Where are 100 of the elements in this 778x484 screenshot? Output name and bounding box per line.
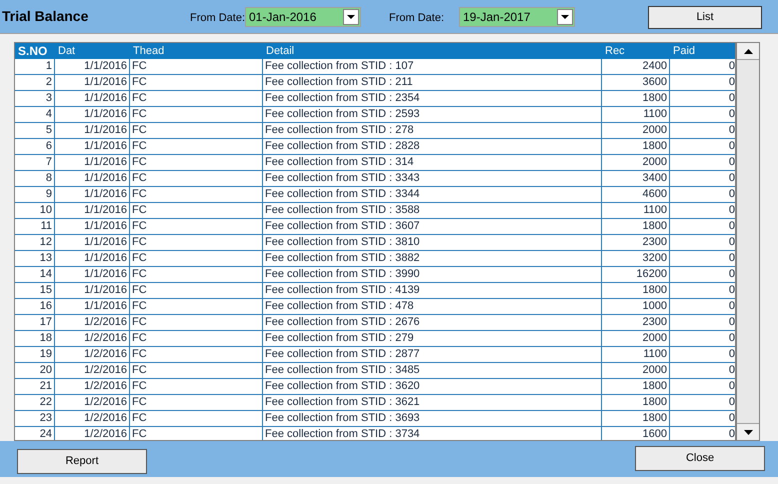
table-cell: 18 bbox=[15, 331, 55, 346]
table-cell: 16200 bbox=[602, 267, 670, 282]
table-cell: 1800 bbox=[602, 411, 670, 426]
table-cell: 1 bbox=[15, 59, 55, 74]
table-cell: 1100 bbox=[602, 347, 670, 362]
table-cell-text: 0 bbox=[728, 203, 735, 218]
table-cell-text: 0 bbox=[728, 219, 735, 234]
table-cell: Fee collection from STID : 2593 bbox=[263, 107, 602, 122]
table-cell: FC bbox=[130, 139, 263, 154]
table-cell: Fee collection from STID : 4139 bbox=[263, 283, 602, 298]
table-cell: 1/1/2016 bbox=[55, 219, 130, 234]
close-button[interactable]: Close bbox=[635, 446, 765, 471]
table-cell: Fee collection from STID : 3882 bbox=[263, 251, 602, 266]
table-cell-text: 0 bbox=[728, 331, 735, 346]
table-cell: FC bbox=[130, 347, 263, 362]
table-cell: FC bbox=[130, 123, 263, 138]
column-header[interactable]: Paid bbox=[670, 43, 735, 59]
table-cell: Fee collection from STID : 3607 bbox=[263, 219, 602, 234]
table-cell: 1/2/2016 bbox=[55, 347, 130, 362]
table-cell: 23 bbox=[15, 411, 55, 426]
table-cell-text: 0 bbox=[728, 91, 735, 106]
table-cell: 8 bbox=[15, 171, 55, 186]
table-cell: 1/2/2016 bbox=[55, 331, 130, 346]
table-cell: 17 bbox=[15, 315, 55, 330]
table-cell: 1/1/2016 bbox=[55, 203, 130, 218]
table-cell: 1100 bbox=[602, 203, 670, 218]
table-cell: 1/2/2016 bbox=[55, 411, 130, 426]
table-cell: Fee collection from STID : 3620 bbox=[263, 379, 602, 394]
table-cell-text: 0 bbox=[728, 315, 735, 330]
table-cell: 1/1/2016 bbox=[55, 267, 130, 282]
table-cell: 1/1/2016 bbox=[55, 235, 130, 250]
column-header[interactable]: Dat bbox=[55, 43, 130, 59]
table-cell: FC bbox=[130, 203, 263, 218]
table-cell: 1100 bbox=[602, 107, 670, 122]
table-cell: FC bbox=[130, 107, 263, 122]
table-cell: 1/2/2016 bbox=[55, 363, 130, 378]
table-cell: 16 bbox=[15, 299, 55, 314]
table-cell: FC bbox=[130, 171, 263, 186]
table-cell: 1/1/2016 bbox=[55, 59, 130, 74]
table-cell: FC bbox=[130, 315, 263, 330]
table-cell: 22 bbox=[15, 395, 55, 410]
table-cell: Fee collection from STID : 2354 bbox=[263, 91, 602, 106]
table-cell: 1/1/2016 bbox=[55, 171, 130, 186]
table-cell: Fee collection from STID : 278 bbox=[263, 123, 602, 138]
table-cell: 1000 bbox=[602, 299, 670, 314]
table-cell: 3600 bbox=[602, 75, 670, 90]
column-header[interactable]: S.NO bbox=[15, 43, 55, 59]
table-cell: 12 bbox=[15, 235, 55, 250]
table-cell-text: 0 bbox=[728, 267, 735, 282]
table-cell: 1/1/2016 bbox=[55, 299, 130, 314]
date-label: From Date: bbox=[389, 11, 444, 26]
table-cell-text: 0 bbox=[728, 395, 735, 410]
table-cell: 20 bbox=[15, 363, 55, 378]
table-cell: 1/2/2016 bbox=[55, 315, 130, 330]
table-cell-text: 0 bbox=[728, 347, 735, 362]
table-cell: FC bbox=[130, 91, 263, 106]
table-cell: Fee collection from STID : 211 bbox=[263, 75, 602, 90]
table-cell-text: 0 bbox=[728, 171, 735, 186]
report-button[interactable]: Report bbox=[17, 449, 147, 474]
date-dropdown[interactable]: 19-Jan-2017 bbox=[459, 7, 575, 27]
table-cell: Fee collection from STID : 3990 bbox=[263, 267, 602, 282]
table-cell: 1/1/2016 bbox=[55, 123, 130, 138]
table-cell: 4 bbox=[15, 107, 55, 122]
date-value: 01-Jan-2016 bbox=[248, 9, 318, 26]
table-cell: Fee collection from STID : 3343 bbox=[263, 171, 602, 186]
date-dropdown[interactable]: 01-Jan-2016 bbox=[245, 7, 361, 27]
table-cell: 11 bbox=[15, 219, 55, 234]
table-cell: 2000 bbox=[602, 331, 670, 346]
table-cell: FC bbox=[130, 331, 263, 346]
column-header[interactable]: Thead bbox=[130, 43, 263, 59]
table-cell-text: 0 bbox=[728, 299, 735, 314]
table-cell: 10 bbox=[15, 203, 55, 218]
table-cell-text: 0 bbox=[728, 59, 735, 74]
table-cell: Fee collection from STID : 2828 bbox=[263, 139, 602, 154]
column-header[interactable]: Detail bbox=[263, 43, 602, 59]
table-cell: FC bbox=[130, 251, 263, 266]
scrollbar[interactable] bbox=[736, 42, 760, 441]
scroll-up-icon[interactable] bbox=[737, 43, 759, 60]
list-button[interactable]: List bbox=[648, 6, 762, 29]
table-cell-text: 0 bbox=[728, 187, 735, 202]
table-cell: 1/1/2016 bbox=[55, 107, 130, 122]
column-header[interactable]: Rec bbox=[602, 43, 670, 59]
table-cell: FC bbox=[130, 235, 263, 250]
window-title: Trial Balance bbox=[2, 7, 88, 26]
table-cell: Fee collection from STID : 3588 bbox=[263, 203, 602, 218]
table-cell-text: 0 bbox=[728, 427, 735, 440]
table-cell: 13 bbox=[15, 251, 55, 266]
table-cell-text: 0 bbox=[728, 251, 735, 266]
table-cell: Fee collection from STID : 279 bbox=[263, 331, 602, 346]
table-cell: 1/2/2016 bbox=[55, 395, 130, 410]
table-cell: FC bbox=[130, 363, 263, 378]
table-cell: FC bbox=[130, 411, 263, 426]
table-cell: 4600 bbox=[602, 187, 670, 202]
scroll-down-icon[interactable] bbox=[737, 423, 759, 440]
table-cell-text: 0 bbox=[728, 155, 735, 170]
table-cell-text: 0 bbox=[728, 107, 735, 122]
table-cell: 1/1/2016 bbox=[55, 139, 130, 154]
table-cell-text: 0 bbox=[728, 283, 735, 298]
table-cell-text: 0 bbox=[728, 139, 735, 154]
table-cell: 9 bbox=[15, 187, 55, 202]
